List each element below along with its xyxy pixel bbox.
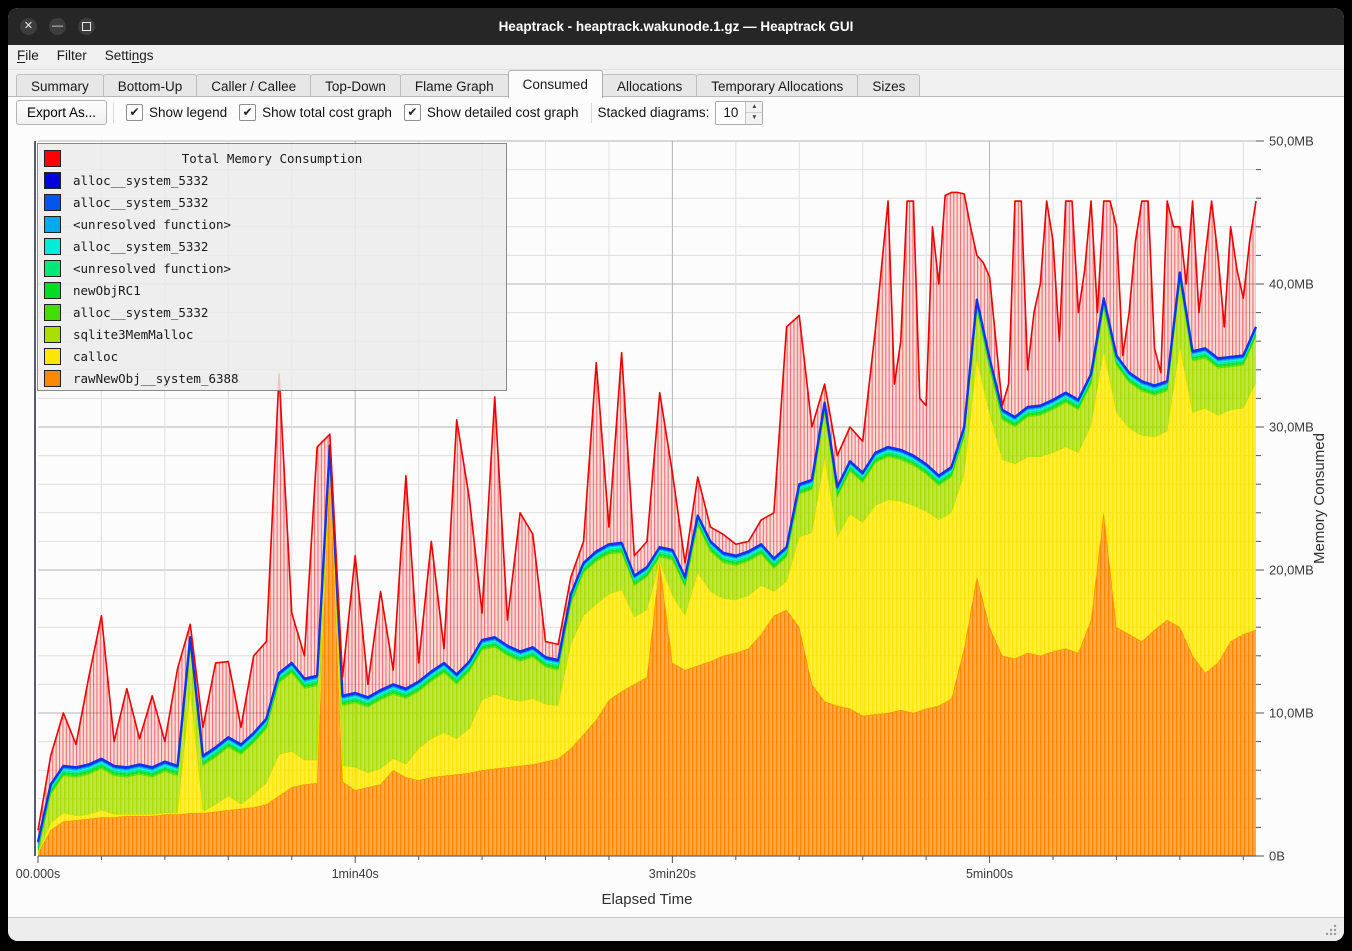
legend-item: sqlite3MemMalloc [38,323,506,345]
legend-swatch [44,370,61,387]
x-axis-tick-label: 00.000s [16,867,60,881]
legend-swatch [44,194,61,211]
legend-label: alloc__system_5332 [73,195,208,210]
legend-label: calloc [73,349,118,364]
menu-bar: FileFilterSettings [8,45,1344,70]
legend-swatch [44,348,61,365]
app-window: ✕ — Heaptrack - heaptrack.wakunode.1.gz … [0,0,1352,951]
menu-filter[interactable]: Filter [48,45,96,66]
legend-swatch [44,326,61,343]
toolbar-separator [113,103,114,123]
y-axis-tick-label: 0B [1269,849,1285,864]
checkbox-show-total-cost-graph[interactable]: ✔ Show total cost graph [239,104,392,121]
legend-label: alloc__system_5332 [73,239,208,254]
legend-label: sqlite3MemMalloc [73,327,193,342]
toolbar: Export As... ✔ Show legend ✔ Show total cos… [8,97,1344,128]
x-axis-tick-label: 1min40s [332,867,379,881]
legend-item: alloc__system_5332 [38,191,506,213]
legend-item: newObjRC1 [38,279,506,301]
title-bar: ✕ — Heaptrack - heaptrack.wakunode.1.gz … [8,8,1344,45]
legend-title: Total Memory Consumption [38,151,506,166]
chart-legend: Total Memory Consumption alloc__system_53… [37,143,507,391]
legend-item: calloc [38,345,506,367]
export-as-button[interactable]: Export As... [16,100,107,125]
legend-item: alloc__system_5332 [38,169,506,191]
legend-label: alloc__system_5332 [73,173,208,188]
spin-down-icon[interactable]: ▼ [746,113,762,124]
checkbox-show-legend[interactable]: ✔ Show legend [126,104,227,121]
memory-consumption-chart[interactable]: 00.000s 1min40s 3min20s 5min00s Elapsed Time… [8,127,1344,917]
legend-item: alloc__system_5332 [38,301,506,323]
x-axis-tick-label: 5min00s [966,867,1013,881]
stacked-diagrams-stepper[interactable]: 10 ▲ ▼ [715,101,763,125]
legend-swatch [44,238,61,255]
legend-item: <unresolved function> [38,257,506,279]
legend-item: alloc__system_5332 [38,235,506,257]
tab-consumed[interactable]: Consumed [508,70,603,98]
legend-swatch [44,282,61,299]
checkbox-label: Show total cost graph [262,105,392,120]
legend-label: <unresolved function> [73,261,231,276]
y-axis-tick-label: 30,0MB [1269,420,1314,435]
checkbox-box[interactable]: ✔ [239,104,256,121]
window-title: Heaptrack - heaptrack.wakunode.1.gz — He… [8,8,1344,45]
legend-title-row: Total Memory Consumption [38,147,506,169]
checkbox-label: Show legend [149,105,227,120]
checkbox-show-detailed-cost-graph[interactable]: ✔ Show detailed cost graph [404,104,579,121]
legend-label: <unresolved function> [73,217,231,232]
checkbox-box[interactable]: ✔ [126,104,143,121]
legend-item: rawNewObj__system_6388 [38,367,506,389]
y-axis-title: Memory Consumed [1311,433,1328,564]
legend-swatch [44,216,61,233]
spin-up-icon[interactable]: ▲ [746,102,762,114]
status-bar [8,917,1344,941]
toolbar-separator [591,103,592,123]
legend-label: newObjRC1 [73,283,141,298]
x-axis-tick-label: 3min20s [649,867,696,881]
legend-swatch [44,304,61,321]
checkbox-box[interactable]: ✔ [404,104,421,121]
legend-label: rawNewObj__system_6388 [73,371,239,386]
tab-bar: SummaryBottom-UpCaller / CalleeTop-DownF… [8,70,1344,97]
legend-swatch [44,260,61,277]
y-axis-tick-label: 50,0MB [1269,134,1314,149]
stacked-diagrams-value: 10 [716,102,745,124]
window-body: ✕ — Heaptrack - heaptrack.wakunode.1.gz … [8,8,1344,941]
legend-swatch [44,172,61,189]
stacked-diagrams-label: Stacked diagrams: [598,105,710,120]
y-axis-tick-label: 40,0MB [1269,277,1314,292]
checkbox-label: Show detailed cost graph [427,105,579,120]
x-axis-title: Elapsed Time [602,891,693,908]
legend-label: alloc__system_5332 [73,305,208,320]
menu-file[interactable]: File [8,45,48,66]
legend-item: <unresolved function> [38,213,506,235]
menu-settings[interactable]: Settings [96,45,163,66]
y-axis-tick-label: 10,0MB [1269,706,1314,721]
resize-grip-icon[interactable] [1324,923,1338,937]
y-axis-tick-label: 20,0MB [1269,563,1314,578]
